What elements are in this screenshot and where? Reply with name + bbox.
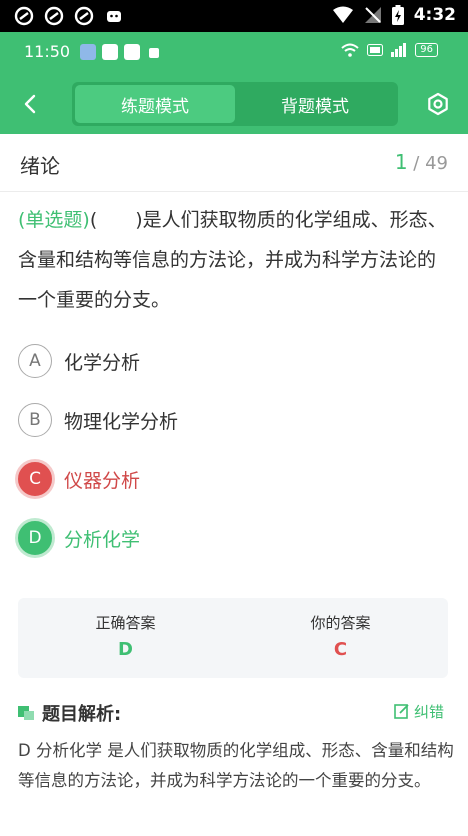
correct-answer-label: 正确答案 — [95, 614, 156, 632]
chevron-left-icon — [24, 94, 36, 114]
app-status-bar: 11:50 96 — [0, 32, 468, 74]
analysis-text: D 分析化学 是人们获取物质的化学组成、形态、含量和结构等信息的方法论，并成为科… — [18, 741, 454, 790]
question-progress: 1 / 49 — [395, 150, 448, 174]
app-notification-icon — [44, 6, 64, 26]
correct-answer-value: D — [118, 639, 133, 660]
chapter-title: 绪论 — [20, 154, 60, 178]
option-text: 物理化学分析 — [64, 410, 179, 433]
correct-answer: 正确答案 D — [18, 612, 233, 660]
question-text: (单选题)( )是人们获取物质的化学组成、形态、含量和结构等信息的方法论，并成为… — [18, 200, 454, 320]
question-type: (单选题) — [18, 209, 90, 231]
settings-button[interactable] — [422, 88, 454, 120]
your-answer-label: 你的答案 — [310, 614, 371, 632]
answer-card: 正确答案 D 你的答案 C — [18, 598, 448, 678]
app-notification-icon — [74, 6, 94, 26]
option-letter: C — [18, 462, 52, 496]
system-time: 4:32 — [413, 5, 456, 25]
option-b[interactable]: B 物理化学分析 — [18, 400, 448, 440]
battery-level: 96 — [415, 43, 438, 57]
report-error-button[interactable]: 纠错 — [388, 698, 450, 724]
app-header: 练题模式 背题模式 — [0, 74, 468, 134]
mode-switch: 练题模式 背题模式 — [72, 82, 398, 126]
tab-memorize-mode[interactable]: 背题模式 — [235, 85, 395, 123]
wifi-icon — [332, 6, 353, 23]
android-icon — [149, 48, 159, 58]
signal-icon — [391, 43, 407, 57]
tab-practice-mode[interactable]: 练题模式 — [75, 85, 235, 123]
app-icon — [102, 44, 118, 60]
option-letter: A — [18, 344, 52, 378]
current-question-number: 1 — [394, 150, 408, 174]
total-questions: / 49 — [413, 153, 448, 174]
analysis-title: 题目解析: — [42, 704, 122, 725]
no-signal-icon — [364, 7, 381, 23]
your-answer: 你的答案 C — [233, 612, 448, 660]
option-d[interactable]: D 分析化学 — [18, 518, 448, 558]
analysis-header: 题目解析: 纠错 — [18, 700, 450, 726]
option-a[interactable]: A 化学分析 — [18, 341, 448, 381]
option-text: 仪器分析 — [64, 469, 141, 492]
option-text: 化学分析 — [64, 351, 141, 374]
paw-icon — [124, 44, 140, 60]
option-letter: D — [18, 521, 52, 555]
edit-icon — [394, 704, 409, 719]
analysis-icon — [18, 706, 34, 720]
your-answer-value: C — [333, 639, 348, 660]
battery-charging-icon — [391, 5, 404, 25]
gear-icon — [428, 92, 448, 116]
back-button[interactable] — [14, 88, 46, 120]
option-text: 分析化学 — [64, 528, 141, 551]
option-c[interactable]: C 仪器分析 — [18, 459, 448, 499]
report-error-label: 纠错 — [413, 702, 444, 721]
status-time: 11:50 — [24, 42, 71, 61]
app-notification-icon — [14, 6, 34, 26]
wifi-icon — [341, 43, 359, 57]
chapter-bar: 绪论 1 / 49 — [0, 134, 468, 192]
hd-icon — [367, 44, 384, 56]
android-icon — [107, 11, 121, 22]
app-icon — [80, 44, 96, 60]
option-letter: B — [18, 403, 52, 437]
system-status-bar: 4:32 — [0, 0, 468, 32]
